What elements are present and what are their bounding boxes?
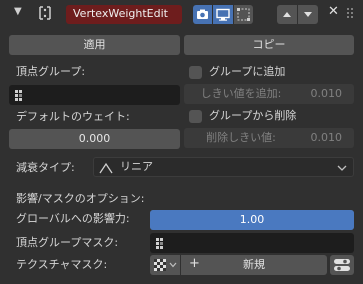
collapse-arrow-icon[interactable]: ▼ xyxy=(14,5,22,19)
new-button-label: 新規 xyxy=(243,258,265,271)
global-influence-value: 1.00 xyxy=(239,213,265,226)
apply-button[interactable]: 適用 xyxy=(9,35,180,55)
camera-icon xyxy=(197,9,208,19)
remove-threshold-field[interactable]: 削除しきい値: 0.010 xyxy=(184,128,354,148)
remove-threshold-value: 0.010 xyxy=(310,131,343,144)
remove-from-group-label: グループから削除 xyxy=(209,109,297,122)
move-up-button[interactable] xyxy=(277,5,297,24)
chevron-down-icon xyxy=(169,262,177,268)
falloff-type-dropdown[interactable]: リニア xyxy=(93,157,354,177)
new-texture-button[interactable]: + 新規 xyxy=(181,255,327,275)
linear-falloff-icon xyxy=(99,162,113,174)
influence-section-label: 影響/マスクのオプション: xyxy=(16,192,145,205)
checkerboard-texture-icon xyxy=(154,259,166,271)
toggle-icon xyxy=(334,259,350,271)
add-threshold-label: しきい値を追加: xyxy=(200,87,282,100)
add-to-group-checkbox[interactable] xyxy=(189,66,202,79)
remove-threshold-label: 削除しきい値: xyxy=(206,131,276,144)
add-to-group-label: グループに追加 xyxy=(209,65,286,78)
drag-handle-icon[interactable] xyxy=(346,7,354,21)
move-down-icon xyxy=(304,12,312,17)
modifier-name-text: VertexWeightEdit xyxy=(73,7,168,20)
vertex-group-field[interactable] xyxy=(9,85,180,105)
move-down-button[interactable] xyxy=(298,5,318,24)
camera-toggle[interactable] xyxy=(193,5,212,24)
vertex-group-label: 頂点グループ: xyxy=(16,65,86,78)
texture-mask-label: テクスチャマスク: xyxy=(16,258,108,271)
viewport-toggle[interactable] xyxy=(213,5,233,24)
add-threshold-value: 0.010 xyxy=(310,87,343,100)
add-threshold-field[interactable]: しきい値を追加: 0.010 xyxy=(184,84,354,104)
global-influence-slider[interactable]: 1.00 xyxy=(150,210,354,230)
vertex-group-icon xyxy=(15,90,25,101)
modifier-name-field[interactable]: VertexWeightEdit xyxy=(66,5,182,24)
falloff-type-label: 減衰タイプ: xyxy=(16,161,75,174)
modifier-icon xyxy=(39,6,51,20)
editmode-toggle[interactable] xyxy=(234,5,253,24)
texture-browse-button[interactable] xyxy=(150,255,180,275)
falloff-type-value: リニア xyxy=(120,160,153,173)
modifier-panel: ▼ VertexWeightEdit ✕ 適用 コピー 頂点グループ: デフォル… xyxy=(0,0,363,284)
vertex-group-mask-label: 頂点グループマスク: xyxy=(16,236,119,249)
vertex-group-mask-icon xyxy=(156,238,166,249)
global-influence-label: グローバルへの影響力: xyxy=(16,212,130,225)
copy-button[interactable]: コピー xyxy=(184,35,354,55)
default-weight-field[interactable]: 0.000 xyxy=(9,129,180,149)
editmode-icon xyxy=(237,8,250,21)
texture-settings-button[interactable] xyxy=(330,255,354,275)
chevron-down-icon xyxy=(337,165,347,171)
default-weight-label: デフォルトのウェイト: xyxy=(16,110,130,123)
monitor-icon xyxy=(216,8,230,21)
vertex-group-mask-field[interactable] xyxy=(150,233,354,253)
remove-from-group-checkbox[interactable] xyxy=(189,110,202,123)
move-up-icon xyxy=(283,12,291,17)
close-icon[interactable]: ✕ xyxy=(328,5,339,19)
